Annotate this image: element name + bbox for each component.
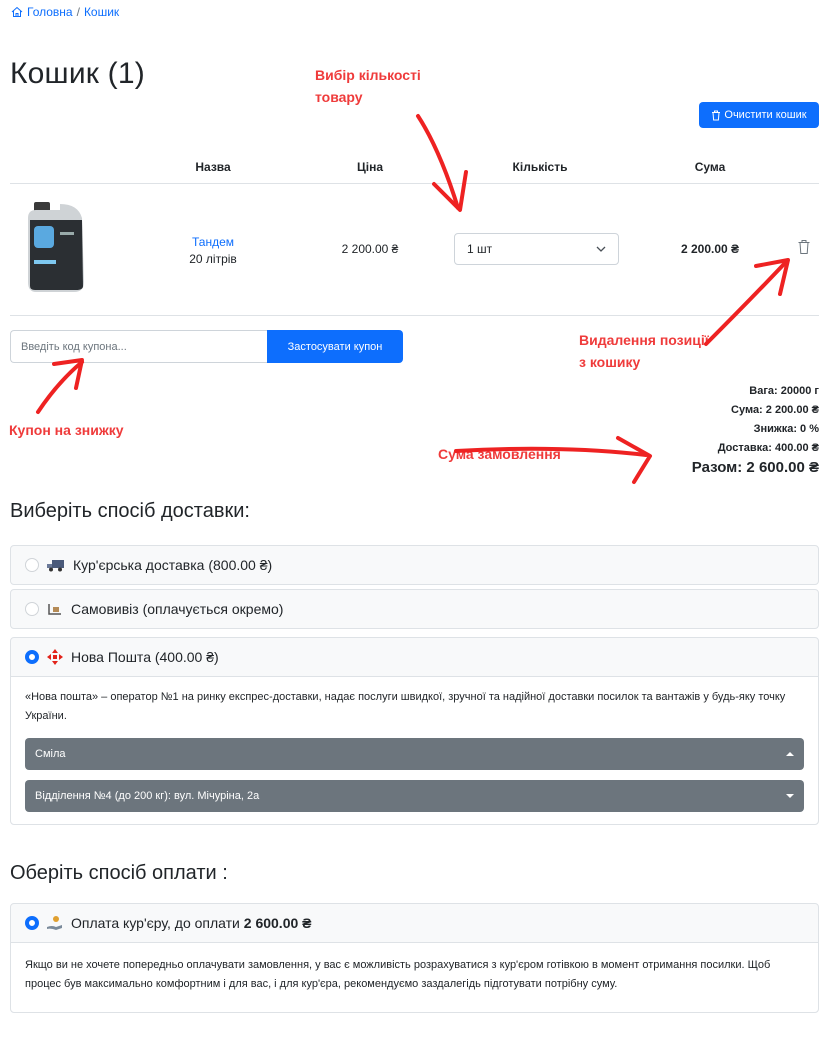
product-sum: 2 200.00 ₴ [680,242,740,256]
header-price: Ціна [356,160,384,174]
caret-down-icon [786,794,794,798]
nova-poshta-description: «Нова пошта» – оператор №1 на ринку експ… [25,691,786,722]
radio-courier[interactable] [25,558,39,572]
cash-hand-icon [47,916,62,930]
header-divider [10,183,819,184]
product-link[interactable]: Тандем [178,234,248,251]
delivery-option-courier[interactable]: Кур'єрська доставка (800.00 ₴) [10,545,819,585]
order-summary: Вага: 20000 г Сума: 2 200.00 ₴ Знижка: 0… [692,382,819,478]
header-quantity: Кількість [512,160,568,174]
page-title: Кошик (1) [10,57,145,90]
summary-weight: Вага: 20000 г [749,385,819,397]
product-volume: 20 літрів [189,252,237,266]
trash-icon [712,110,721,120]
summary-delivery: Доставка: 400.00 ₴ [717,442,819,454]
delivery-title: Виберіть спосіб доставки: [10,500,250,522]
product-image[interactable] [26,202,88,294]
quantity-select[interactable]: 1 шт [454,233,619,265]
delivery-pickup-label: Самовивіз (оплачується окремо) [71,601,284,617]
payment-option-label: Оплата кур'єру, до оплати 2 600.00 ₴ [71,915,312,931]
header-name: Назва [195,160,231,174]
pickup-icon [48,604,61,615]
summary-total: Разом: 2 600.00 ₴ [691,459,819,476]
breadcrumb: Головна / Кошик [11,5,119,19]
product-name: Тандем 20 літрів [178,234,248,268]
delivery-option-nova-poshta[interactable]: Нова Пошта (400.00 ₴) «Нова пошта» – опе… [10,637,819,825]
annotation-coupon: Купон на знижку [9,422,124,438]
coupon-input[interactable]: Введіть код купона... [10,330,267,363]
branch-select[interactable]: Відділення №4 (до 200 кг): вул. Мічуріна… [25,780,804,812]
remove-item-icon[interactable] [797,239,811,255]
radio-payment-courier[interactable] [25,916,39,930]
payment-option-courier[interactable]: Оплата кур'єру, до оплати 2 600.00 ₴ Якщ… [10,903,819,1013]
payment-description: Якщо ви не хочете попередньо оплачувати … [25,959,771,990]
clear-cart-label: Очистити кошик [724,109,807,121]
breadcrumb-current-link[interactable]: Кошик [84,5,119,19]
truck-icon [47,560,64,572]
city-value: Сміла [35,747,66,760]
breadcrumb-separator: / [76,5,80,19]
home-icon[interactable] [11,6,23,18]
branch-value: Відділення №4 (до 200 кг): вул. Мічуріна… [35,789,260,802]
quantity-value: 1 шт [467,242,493,256]
breadcrumb-home-link[interactable]: Головна [27,5,73,19]
caret-up-icon [786,752,794,756]
delivery-nova-poshta-label: Нова Пошта (400.00 ₴) [71,649,219,665]
product-price: 2 200.00 ₴ [341,242,399,256]
apply-coupon-button[interactable]: Застосувати купон [267,330,403,363]
header-sum: Сума [694,160,726,174]
annotation-order-sum: Сума замовлення [438,446,561,462]
payment-title: Оберіть спосіб оплати : [10,862,228,884]
radio-pickup[interactable] [25,602,39,616]
summary-sum: Сума: 2 200.00 ₴ [731,404,819,416]
chevron-down-icon [596,246,606,252]
row-divider [10,315,819,316]
delivery-courier-label: Кур'єрська доставка (800.00 ₴) [73,557,273,573]
summary-discount: Знижка: 0 % [753,423,819,435]
payment-amount: 2 600.00 ₴ [243,915,312,931]
city-select[interactable]: Сміла [25,738,804,770]
nova-poshta-icon [47,649,63,665]
annotation-quantity: Вибір кількості товару [315,67,421,105]
radio-nova-poshta[interactable] [25,650,39,664]
clear-cart-button[interactable]: Очистити кошик [699,102,819,128]
delivery-option-pickup[interactable]: Самовивіз (оплачується окремо) [10,589,819,629]
annotation-delete: Видалення позиції з кошику [579,332,709,370]
